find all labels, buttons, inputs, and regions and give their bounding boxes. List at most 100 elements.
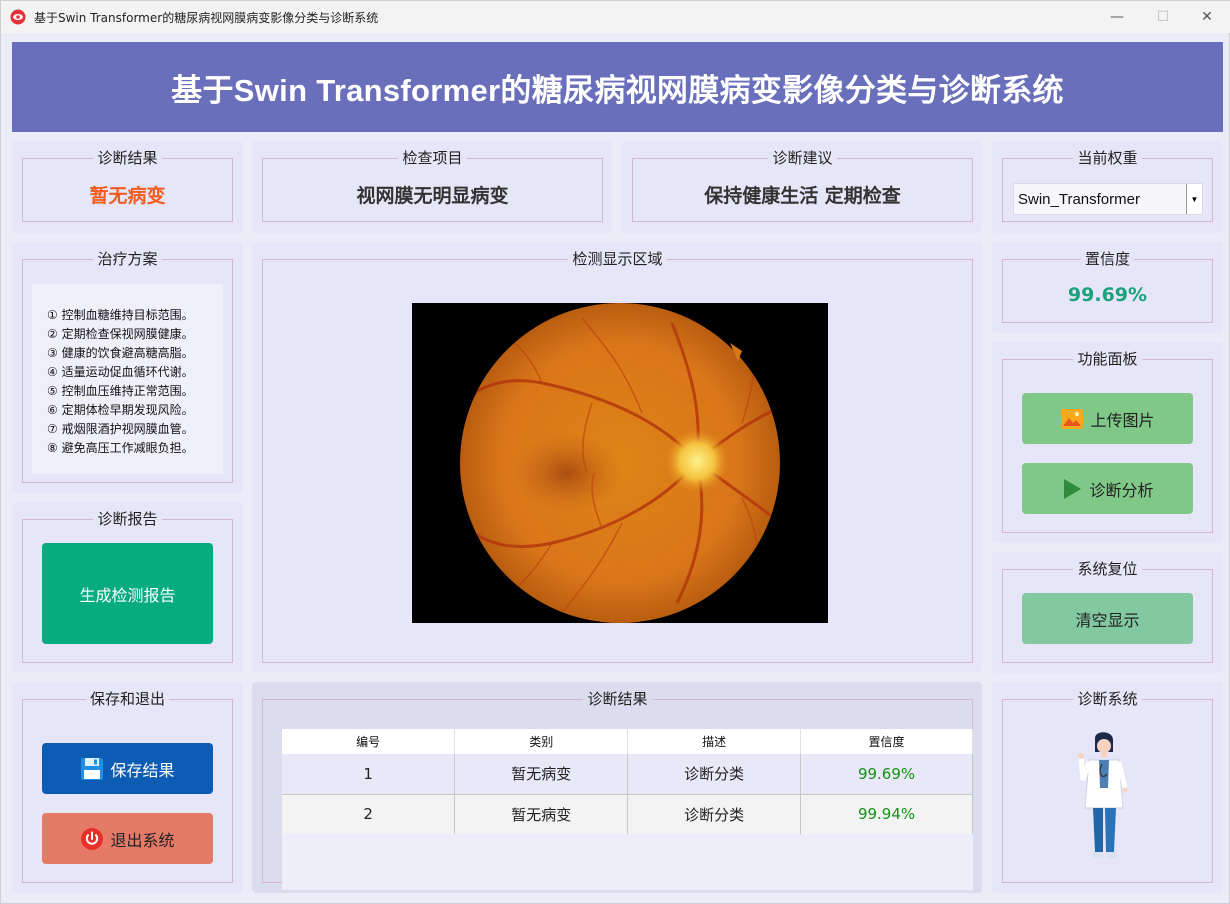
save-exit-panel: 保存和退出 保存结果 退出系统 [12,682,243,893]
cell-id[interactable]: 2 [282,794,456,835]
save-exit-label: 保存和退出 [85,690,169,708]
confidence-group: 置信度 99.69% [1002,250,1213,323]
treatment-item: ⑤ 控制血压维持正常范围。 [47,384,194,398]
title-bar: 基于Swin Transformer的糖尿病视网膜病变影像分类与诊断系统 — ☐… [1,1,1230,33]
report-group: 诊断报告 生成检测报告 [22,510,233,663]
advice-group: 诊断建议 保持健康生活 定期检查 [632,149,973,222]
play-icon [1064,478,1082,499]
column-header-confidence[interactable]: 置信度 [800,729,973,754]
exit-system-label: 退出系统 [110,830,175,850]
results-label: 诊断结果 [583,690,652,708]
diagnosis-result-label: 诊断结果 [93,149,162,167]
save-exit-group: 保存和退出 保存结果 退出系统 [22,690,233,883]
floppy-disk-icon [81,757,104,780]
fundus-image [412,303,828,623]
column-header-description[interactable]: 描述 [627,729,802,754]
table-header-row: 编号 类别 描述 置信度 [282,729,973,754]
display-panel: 检测显示区域 [252,242,982,672]
cell-confidence[interactable]: 99.69% [800,754,973,795]
cell-id[interactable]: 1 [282,754,456,795]
results-panel: 诊断结果 编号 类别 描述 置信度 1 暂无病变 诊断分类 99.69% 2 暂… [252,682,982,893]
upload-image-label: 上传图片 [1090,410,1155,430]
functions-group: 功能面板 上传图片 诊断分析 [1002,350,1213,533]
exam-item-group: 检查项目 视网膜无明显病变 [262,149,603,222]
advice-value: 保持健康生活 定期检查 [704,185,901,207]
eye-icon [10,9,26,25]
table-empty-area [282,834,973,890]
display-label: 检测显示区域 [568,250,667,268]
advice-panel: 诊断建议 保持健康生活 定期检查 [622,141,982,233]
weights-selected-value: Swin_Transformer [1018,191,1140,208]
treatment-item: ① 控制血糖维持目标范围。 [47,308,194,322]
exit-system-button[interactable]: 退出系统 [42,813,213,864]
functions-panel: 功能面板 上传图片 诊断分析 [992,342,1223,543]
retina-image [460,303,780,623]
diagnosis-result-value: 暂无病变 [89,185,166,207]
treatment-item: ④ 适量运动促血循环代谢。 [47,365,194,379]
close-button[interactable]: ✕ [1184,1,1230,33]
treatment-item: ⑥ 定期体检早期发现风险。 [47,403,194,417]
display-group: 检测显示区域 [262,250,973,663]
banner-title: 基于Swin Transformer的糖尿病视网膜病变影像分类与诊断系统 [171,72,1064,108]
treatment-item: ⑧ 避免高压工作减眼负担。 [47,441,194,455]
confidence-label: 置信度 [1080,250,1134,268]
reset-label: 系统复位 [1073,560,1142,578]
results-table: 编号 类别 描述 置信度 1 暂无病变 诊断分类 99.69% 2 暂无病变 诊… [282,729,973,835]
treatment-group: 治疗方案 ① 控制血糖维持目标范围。 ② 定期检查保视网膜健康。 ③ 健康的饮食… [22,250,233,483]
upload-image-button[interactable]: 上传图片 [1022,393,1193,444]
reset-group: 系统复位 清空显示 [1002,560,1213,663]
column-header-category[interactable]: 类别 [454,729,629,754]
system-label: 诊断系统 [1073,690,1142,708]
system-panel: 诊断系统 [992,682,1223,893]
save-results-label: 保存结果 [110,760,175,780]
image-icon [1061,408,1084,429]
table-row[interactable]: 1 暂无病变 诊断分类 99.69% [282,754,973,795]
confidence-value: 99.69% [1067,284,1148,306]
save-results-button[interactable]: 保存结果 [42,743,213,794]
treatment-item: ③ 健康的饮食避高糖高脂。 [47,346,194,360]
cell-category[interactable]: 暂无病变 [454,794,629,835]
weights-group: 当前权重 Swin_Transformer ▼ [1002,149,1213,222]
power-icon [81,827,104,850]
analyze-button[interactable]: 诊断分析 [1022,463,1193,514]
treatment-panel: 治疗方案 ① 控制血糖维持目标范围。 ② 定期检查保视网膜健康。 ③ 健康的饮食… [12,242,243,493]
advice-label: 诊断建议 [768,149,837,167]
system-group: 诊断系统 [1002,690,1213,883]
maximize-button[interactable]: ☐ [1140,1,1186,33]
functions-label: 功能面板 [1073,350,1142,368]
reset-panel: 系统复位 清空显示 [992,552,1223,673]
analyze-label: 诊断分析 [1089,480,1154,500]
app-window: 基于Swin Transformer的糖尿病视网膜病变影像分类与诊断系统 — ☐… [0,0,1230,904]
table-row[interactable]: 2 暂无病变 诊断分类 99.94% [282,794,973,835]
weights-panel: 当前权重 Swin_Transformer ▼ [992,141,1223,233]
clear-display-button[interactable]: 清空显示 [1022,593,1193,644]
minimize-button[interactable]: — [1094,1,1140,33]
report-panel: 诊断报告 生成检测报告 [12,502,243,672]
generate-report-label: 生成检测报告 [79,585,176,605]
treatment-item: ② 定期检查保视网膜健康。 [47,327,194,341]
treatment-list: ① 控制血糖维持目标范围。 ② 定期检查保视网膜健康。 ③ 健康的饮食避高糖高脂… [32,284,223,474]
report-label: 诊断报告 [93,510,162,528]
column-header-id[interactable]: 编号 [282,729,456,754]
banner: 基于Swin Transformer的糖尿病视网膜病变影像分类与诊断系统 [12,42,1223,132]
generate-report-button[interactable]: 生成检测报告 [42,543,213,644]
exam-item-panel: 检查项目 视网膜无明显病变 [252,141,612,233]
diagnosis-result-group: 诊断结果 暂无病变 [22,149,233,222]
dropdown-arrow-icon[interactable]: ▼ [1186,184,1202,214]
cell-description[interactable]: 诊断分类 [627,754,802,795]
exam-item-label: 检查项目 [398,149,467,167]
weights-label: 当前权重 [1073,149,1142,167]
exam-item-value: 视网膜无明显病变 [356,185,509,207]
results-group: 诊断结果 编号 类别 描述 置信度 1 暂无病变 诊断分类 99.69% 2 暂… [262,690,973,890]
weights-select[interactable]: Swin_Transformer ▼ [1013,183,1203,215]
cell-confidence[interactable]: 99.94% [800,794,973,835]
confidence-panel: 置信度 99.69% [992,242,1223,333]
doctor-illustration [1078,732,1128,858]
treatment-item: ⑦ 戒烟限酒护视网膜血管。 [47,422,194,436]
clear-display-label: 清空显示 [1075,610,1140,630]
treatment-label: 治疗方案 [93,250,162,268]
cell-description[interactable]: 诊断分类 [627,794,802,835]
diagnosis-result-panel: 诊断结果 暂无病变 [12,141,243,233]
cell-category[interactable]: 暂无病变 [454,754,629,795]
window-title: 基于Swin Transformer的糖尿病视网膜病变影像分类与诊断系统 [34,11,379,25]
